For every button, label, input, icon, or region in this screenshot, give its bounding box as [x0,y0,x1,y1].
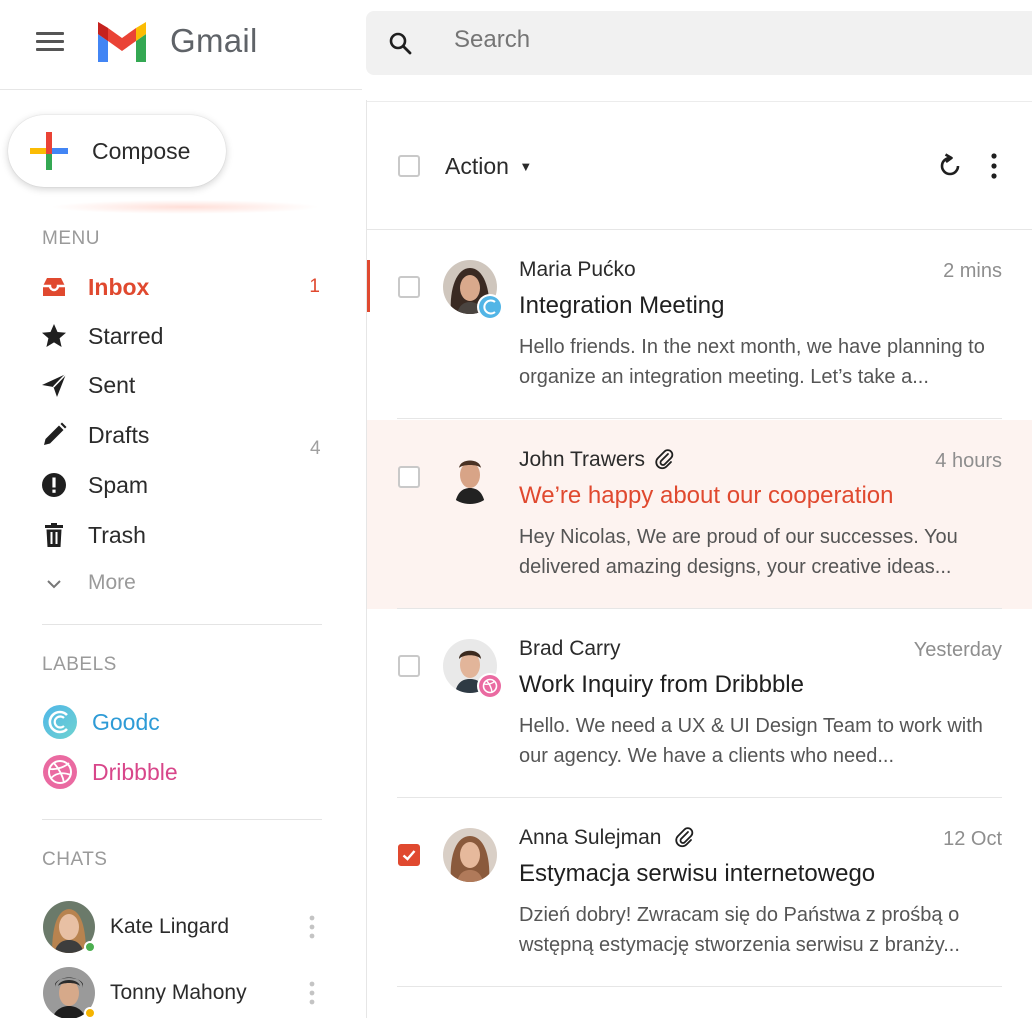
sidebar-item-trash[interactable]: Trash [40,515,330,555]
compose-shadow-glow [50,200,320,214]
avatar [443,450,497,504]
alert-icon [42,473,66,497]
email-time: Yesterday [913,639,1002,661]
email-subject: We’re happy about our cooperation [519,482,894,509]
avatar [443,260,503,320]
avatar [443,828,497,882]
email-time: 12 Oct [943,828,1002,850]
pencil-icon [44,422,67,445]
more-vertical-icon[interactable] [308,980,316,1006]
send-icon [42,373,67,397]
email-sender: Maria Pućko [519,258,636,281]
drafts-count-badge: 4 [310,438,321,459]
trash-icon [45,523,63,547]
sidebar-item-sent[interactable]: Sent [40,365,330,405]
app-name: Gmail [170,22,258,59]
divider [367,101,1032,102]
email-row[interactable]: Brad Carry Yesterday Work Inquiry from D… [367,609,1032,798]
divider [42,624,322,625]
avatar [443,639,503,699]
label-item-dribbble[interactable]: Dribbble [42,752,322,792]
email-row[interactable]: Maria Pućko 2 mins Integration Meeting H… [367,230,1032,419]
email-time: 4 hours [935,450,1002,472]
chat-contact-name: Tonny Mahony [110,981,247,1004]
email-preview: Hello friends. In the next month, we hav… [519,336,985,388]
avatar [43,901,96,953]
email-checkbox[interactable] [398,466,420,488]
sidebar-item-starred[interactable]: Starred [40,316,330,356]
email-subject: Work Inquiry from Dribbble [519,671,804,698]
goodc-logo-icon [479,296,501,318]
search-icon[interactable] [388,31,412,55]
caret-down-icon: ▼ [519,159,533,174]
hamburger-menu-icon[interactable] [36,32,64,52]
inbox-icon [43,278,65,296]
star-icon [42,324,66,347]
email-preview: Hello. We need a UX & UI Design Team to … [519,715,983,767]
email-checkbox[interactable] [398,844,420,866]
email-sender: Anna Sulejman [519,826,662,849]
email-sender: Brad Carry [519,637,621,660]
goodc-logo-icon [43,705,77,739]
email-time: 2 mins [943,260,1002,282]
away-status-dot [84,1007,96,1018]
label-name: Goodc [92,709,160,735]
labels-heading: LABELS [42,654,117,675]
email-checkbox[interactable] [398,276,420,298]
sidebar-item-label: Trash [88,522,146,548]
compose-label: Compose [92,138,191,164]
sidebar-item-label: Starred [88,323,164,349]
search-input[interactable] [454,26,954,54]
email-sender: John Trawers [519,448,646,471]
chevron-down-icon [47,580,61,589]
attachment-icon [675,827,694,848]
sidebar-item-more[interactable]: More [40,564,330,604]
email-preview: Hey Nicolas, We are proud of our success… [519,526,958,578]
chats-heading: CHATS [42,849,108,870]
sidebar-item-label: Sent [88,372,136,398]
sidebar-item-label: More [88,571,136,594]
more-vertical-icon[interactable] [308,914,316,940]
chat-item[interactable]: Tonny Mahony [42,966,332,1018]
sidebar-item-label: Spam [88,472,149,498]
sidebar-item-inbox[interactable]: Inbox 1 [40,267,330,307]
email-subject: Estymacja serwisu internetowego [519,860,876,887]
email-preview: Dzień dobry! Zwracam się do Państwa z pr… [519,904,960,956]
chat-contact-name: Kate Lingard [110,915,230,938]
divider [0,89,362,90]
divider [397,418,1002,419]
action-dropdown[interactable]: Action ▼ [445,153,532,180]
sidebar-item-label: Drafts [88,422,150,448]
email-subject: Integration Meeting [519,292,725,319]
compose-button[interactable]: Compose [8,115,226,187]
email-checkbox[interactable] [398,655,420,677]
more-vertical-icon[interactable] [988,152,1000,180]
menu-heading: MENU [42,228,100,249]
avatar [43,967,96,1018]
chat-item[interactable]: Kate Lingard [42,900,332,954]
attachment-icon [655,449,674,470]
divider [397,986,1002,987]
divider [42,819,322,820]
refresh-icon[interactable] [936,152,964,180]
select-all-checkbox[interactable] [398,155,420,177]
active-row-indicator [367,260,370,312]
unread-count-badge: 1 [309,276,320,297]
dribbble-icon [43,755,77,789]
sidebar-item-label: Inbox [88,274,150,300]
label-name: Dribbble [92,759,178,785]
sidebar-item-drafts[interactable]: Drafts [40,415,330,455]
gmail-logo-icon[interactable] [94,22,150,64]
sidebar-item-spam[interactable]: Spam [40,465,330,505]
checkmark-icon [402,850,416,861]
label-item-goodc[interactable]: Goodc [42,702,322,742]
action-dropdown-label: Action [445,153,509,179]
email-row[interactable]: John Trawers 4 hours We’re happy about o… [367,420,1032,609]
plus-icon [30,132,68,170]
online-status-dot [84,941,96,953]
email-row[interactable]: Anna Sulejman 12 Oct Estymacja serwisu i… [367,798,1032,987]
